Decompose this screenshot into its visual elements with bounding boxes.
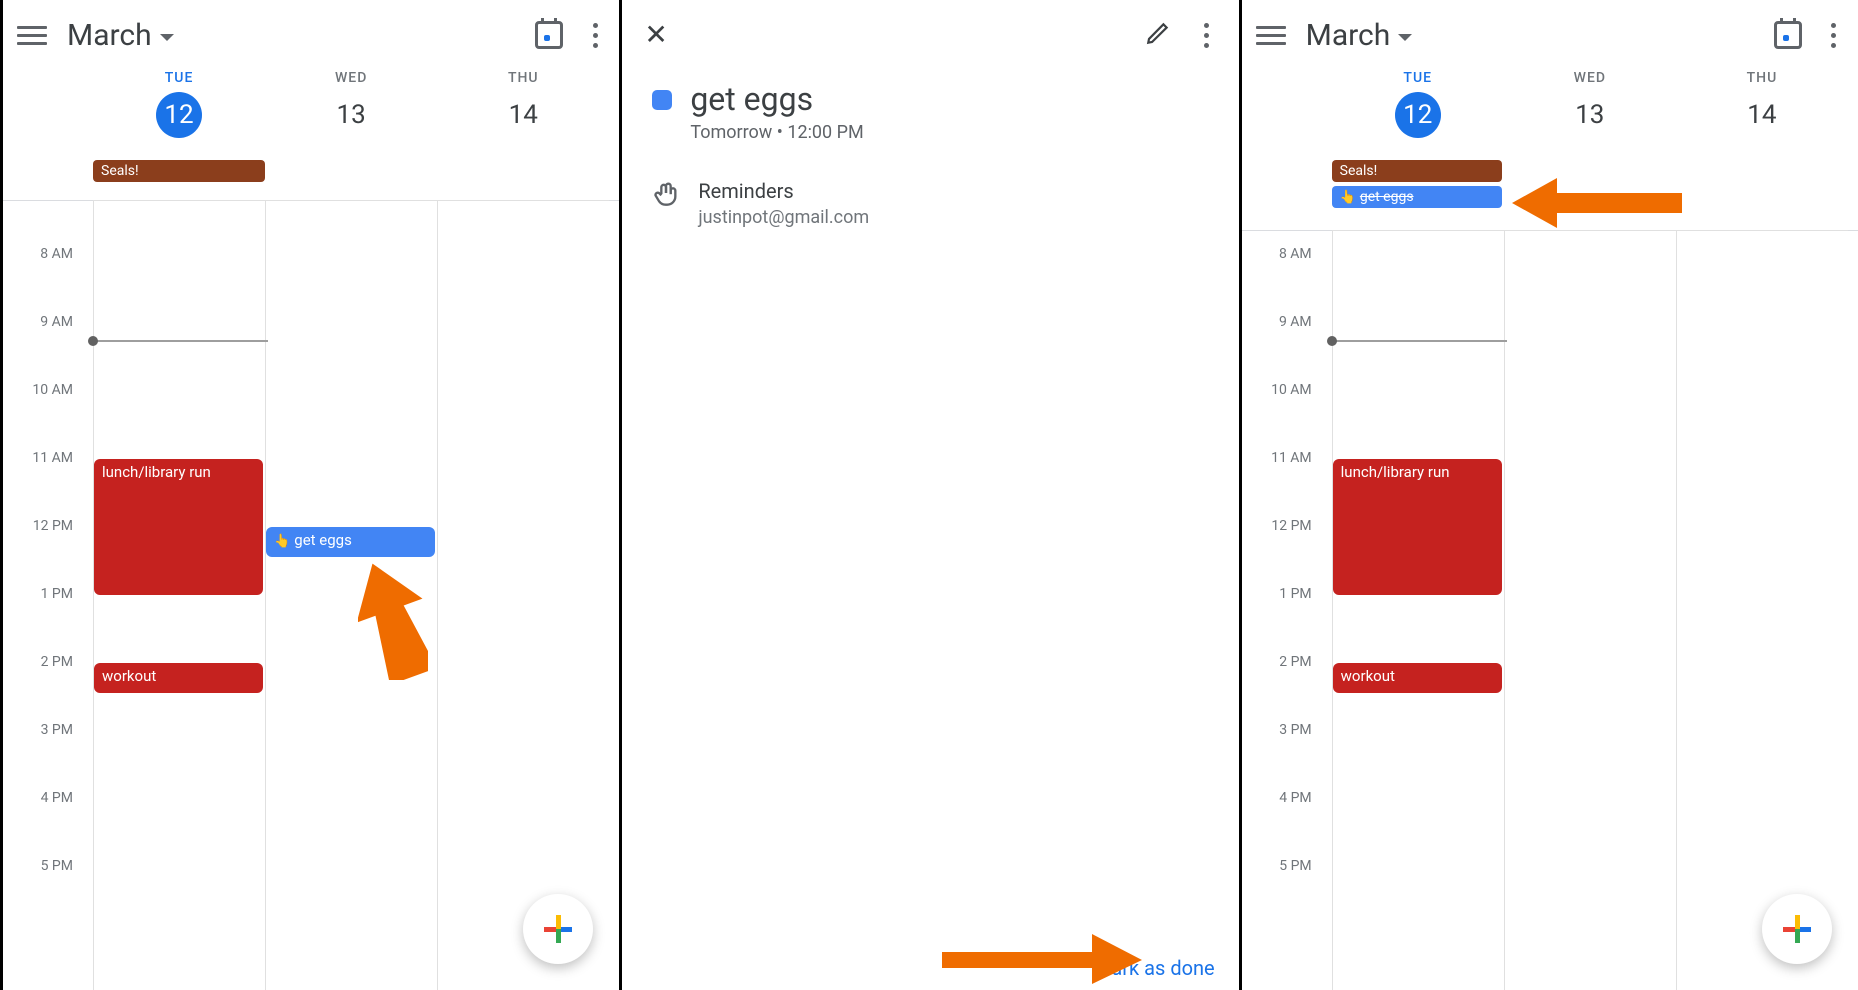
reminder-title: get eggs xyxy=(690,80,863,118)
reminders-account-icon xyxy=(652,179,680,207)
overflow-menu-icon[interactable] xyxy=(1824,20,1844,50)
allday-event-seals[interactable]: Seals! xyxy=(93,160,265,182)
current-time-indicator xyxy=(1332,340,1507,342)
menu-icon[interactable] xyxy=(17,20,47,50)
plus-icon xyxy=(544,915,572,943)
plus-icon xyxy=(1783,915,1811,943)
menu-icon[interactable] xyxy=(1256,20,1286,50)
grid-col-thu xyxy=(437,201,609,990)
reminder-detail-panel: ✕ get eggs Tomorrow • 12:00 PM xyxy=(619,0,1238,990)
month-picker[interactable]: March xyxy=(67,18,174,53)
annotation-arrow xyxy=(942,934,1142,988)
allday-row: Seals! xyxy=(93,160,609,182)
day-header-wed[interactable]: WED 13 xyxy=(1504,70,1676,138)
grid-col-thu xyxy=(1676,231,1848,990)
calendar-panel-before: March TUE 12 WED 13 THU 14 Seals! xyxy=(0,0,619,990)
month-picker[interactable]: March xyxy=(1306,18,1413,53)
allday-event-seals[interactable]: Seals! xyxy=(1332,160,1502,182)
account-email: justinpot@gmail.com xyxy=(698,207,869,228)
reminder-icon: 👆 xyxy=(1340,190,1356,205)
annotation-arrow xyxy=(358,560,428,684)
chevron-down-icon xyxy=(1398,34,1412,41)
today-icon[interactable] xyxy=(1774,21,1802,49)
create-fab[interactable] xyxy=(1762,894,1832,964)
edit-icon[interactable] xyxy=(1145,20,1171,50)
today-icon[interactable] xyxy=(535,21,563,49)
reminder-icon: 👆 xyxy=(274,534,290,549)
day-header-thu[interactable]: THU 14 xyxy=(437,70,609,138)
reminder-subtitle: Tomorrow • 12:00 PM xyxy=(690,122,863,143)
current-time-indicator xyxy=(93,340,268,342)
day-header-tue[interactable]: TUE 12 xyxy=(93,70,265,138)
time-grid[interactable]: 8 AM 9 AM 10 AM 11 AM 12 PM 1 PM 2 PM 3 … xyxy=(3,200,619,990)
reminder-get-eggs[interactable]: 👆get eggs xyxy=(266,527,435,557)
grid-col-tue: lunch/library run workout xyxy=(93,201,265,990)
time-grid[interactable]: 8 AM 9 AM 10 AM 11 AM 12 PM 1 PM 2 PM 3 … xyxy=(1242,230,1858,990)
event-lunch[interactable]: lunch/library run xyxy=(94,459,263,595)
overflow-menu-icon[interactable] xyxy=(585,20,605,50)
annotation-arrow xyxy=(1512,178,1682,232)
chevron-down-icon xyxy=(160,34,174,41)
account-label: Reminders xyxy=(698,179,869,203)
grid-col-tue: lunch/library run workout xyxy=(1332,231,1504,990)
calendar-panel-after: March TUE 12 WED 13 THU 14 Seals! xyxy=(1239,0,1858,990)
day-header-wed[interactable]: WED 13 xyxy=(265,70,437,138)
hour-labels: 8 AM 9 AM 10 AM 11 AM 12 PM 1 PM 2 PM 3 … xyxy=(3,200,83,990)
detail-overflow-menu-icon[interactable] xyxy=(1197,20,1217,50)
event-workout[interactable]: workout xyxy=(94,663,263,693)
event-lunch[interactable]: lunch/library run xyxy=(1333,459,1502,595)
event-workout[interactable]: workout xyxy=(1333,663,1502,693)
create-fab[interactable] xyxy=(523,894,593,964)
month-label: March xyxy=(1306,18,1391,53)
day-header-row: TUE 12 WED 13 THU 14 xyxy=(1332,70,1848,138)
hour-labels: 8 AM 9 AM 10 AM 11 AM 12 PM 1 PM 2 PM 3 … xyxy=(1242,230,1322,990)
day-header-row: TUE 12 WED 13 THU 14 xyxy=(93,70,609,138)
month-label: March xyxy=(67,18,152,53)
day-header-tue[interactable]: TUE 12 xyxy=(1332,70,1504,138)
close-icon[interactable]: ✕ xyxy=(644,21,667,49)
day-header-thu[interactable]: THU 14 xyxy=(1676,70,1848,138)
reminder-get-eggs-done[interactable]: 👆get eggs xyxy=(1332,186,1502,208)
reminder-color-chip xyxy=(652,90,672,110)
grid-col-wed xyxy=(1504,231,1676,990)
